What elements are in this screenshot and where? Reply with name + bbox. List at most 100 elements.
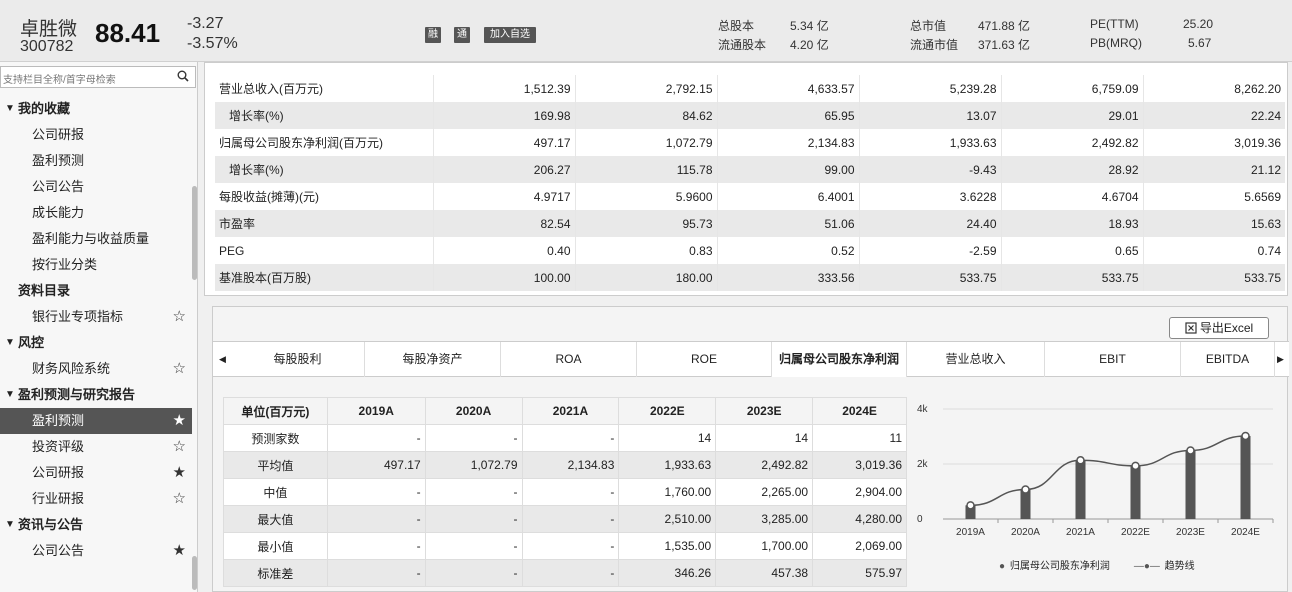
sidebar-group[interactable]: 资料目录 — [0, 278, 192, 304]
sidebar-group[interactable]: ▼ 资讯与公告 — [0, 512, 192, 538]
collapse-triangle-icon[interactable]: ▼ — [5, 96, 15, 122]
column-header[interactable]: 2019A — [326, 397, 426, 425]
legend-line-marker-icon: —●— — [1133, 561, 1163, 572]
table-cell: 333.56 — [717, 264, 860, 291]
table-cell: 6.4001 — [717, 183, 860, 210]
favorite-star-icon[interactable]: ☆ — [173, 486, 186, 512]
float-market-value-label: 流通市值 — [910, 38, 959, 52]
chart-legend: ● 归属母公司股东净利润 —●— 趋势线 — [999, 557, 1219, 572]
sidebar-group[interactable]: ▼ 盈利预测与研究报告 — [0, 382, 192, 408]
metric-tab[interactable]: EBIT — [1045, 342, 1181, 377]
legend-entry[interactable]: —●— 趋势线 — [1134, 561, 1207, 572]
column-header[interactable]: 单位(百万元) — [223, 397, 328, 425]
metric-tab[interactable]: ROE — [637, 342, 772, 377]
table-cell: 84.62 — [575, 102, 718, 129]
row-label: 增长率(%) — [215, 156, 434, 183]
legend-entry[interactable]: ● 归属母公司股东净利润 — [999, 561, 1122, 572]
column-header[interactable]: 2023E — [715, 397, 814, 425]
sidebar-item[interactable]: 行业研报 ☆ — [0, 486, 192, 512]
metric-tab[interactable]: 每股股利 — [231, 342, 365, 377]
connect-badge[interactable]: 通 — [454, 27, 470, 43]
search-icon[interactable] — [177, 70, 189, 82]
table-cell: 2,134.83 — [717, 129, 860, 156]
metric-tab[interactable]: 营业总收入 — [907, 342, 1045, 377]
forecast-table: 单位(百万元) 2019A 2020A 2021A 2022E 2023E 2024E 预测… — [223, 397, 907, 587]
table-cell: 0.74 — [1257, 243, 1281, 258]
table-cell: 533.75 — [1143, 264, 1285, 291]
export-excel-button[interactable]: 导出Excel — [1169, 317, 1269, 339]
sidebar-item-label: 成长能力 — [32, 205, 85, 220]
metric-tab[interactable]: 每股净资产 — [365, 342, 501, 377]
stock-header: 卓胜微 300782 88.41 -3.27 -3.57% 融 通 加入自选 总… — [0, 0, 1292, 62]
table-cell: 6,759.09 — [1001, 75, 1144, 102]
tab-scroll-right-icon[interactable]: ▶ — [1277, 342, 1284, 377]
metric-tab[interactable]: ROA — [501, 342, 637, 377]
row-label: 基准股本(百万股) — [215, 264, 434, 291]
trend-line — [970, 435, 1246, 507]
table-cell: 3,285.00 — [715, 505, 814, 533]
column-header[interactable]: 2022E — [618, 397, 717, 425]
sidebar-item[interactable]: 公司公告 ★ — [0, 538, 192, 564]
total-shares-value: 5.34 亿 — [790, 19, 829, 33]
table-cell: -9.43 — [859, 156, 1002, 183]
favorite-star-filled-icon[interactable]: ★ — [173, 538, 186, 564]
sidebar-group[interactable]: ▼ 我的收藏 — [0, 96, 192, 122]
favorite-star-icon[interactable]: ☆ — [173, 356, 186, 382]
column-header[interactable]: 2020A — [424, 397, 523, 425]
metric-tab[interactable]: EBITDA — [1181, 342, 1275, 377]
table-cell: 533.75 — [1001, 264, 1144, 291]
sidebar-scrollbar-lower[interactable] — [192, 556, 197, 590]
favorite-star-icon[interactable]: ☆ — [173, 434, 186, 460]
sidebar-item[interactable]: 按行业分类 — [0, 252, 192, 278]
table-cell: - — [521, 559, 620, 587]
sidebar-item[interactable]: 公司研报 — [0, 122, 192, 148]
sidebar-item[interactable]: 成长能力 — [0, 200, 192, 226]
sidebar-item[interactable]: 公司公告 — [0, 174, 192, 200]
add-to-watchlist-button[interactable]: 加入自选 — [484, 27, 536, 43]
row-label: 增长率(%) — [215, 102, 434, 129]
table-cell: 0.83 — [575, 237, 718, 264]
collapse-triangle-icon[interactable]: ▼ — [5, 330, 15, 356]
sidebar-item-label: 我的收藏 — [18, 101, 71, 116]
sidebar-item[interactable]: 银行业专项指标 ☆ — [0, 304, 192, 330]
favorite-star-icon[interactable]: ☆ — [173, 304, 186, 330]
table-cell: 4.9717 — [433, 183, 576, 210]
table-cell: - — [424, 424, 523, 452]
tab-scroll-left-icon[interactable]: ◀ — [219, 342, 226, 377]
trend-point — [1021, 485, 1030, 494]
sidebar-item[interactable]: 盈利预测 ★ — [0, 408, 192, 434]
table-cell: 346.26 — [618, 559, 717, 587]
table-row: 中值 - - -1,760.00 2,265.00 2,904.00 — [223, 478, 907, 506]
sidebar-group[interactable]: ▼ 风控 — [0, 330, 192, 356]
search-input[interactable]: 支持栏目全称/首字母检索 — [0, 66, 196, 88]
table-cell: 1,072.79 — [424, 451, 523, 479]
table-cell: 13.07 — [859, 102, 1002, 129]
price-change-percent: -3.57% — [187, 35, 238, 52]
sidebar-item[interactable]: 财务风险系统 ☆ — [0, 356, 192, 382]
legend-label: 趋势线 — [1164, 561, 1195, 572]
favorite-star-filled-icon[interactable]: ★ — [173, 460, 186, 486]
sidebar-item[interactable]: 盈利预测 — [0, 148, 192, 174]
table-row: 标准差 - - -346.26 457.38 575.97 — [223, 559, 907, 587]
column-header[interactable]: 2021A — [521, 397, 620, 425]
table-cell: - — [424, 505, 523, 533]
net-profit-chart: 0 2k 4k 2019A 2020A 2021A 2022E 2023E 2024E ● 归属… — [913, 397, 1283, 589]
column-header[interactable]: 2024E — [812, 397, 907, 425]
table-cell: 99.00 — [717, 156, 860, 183]
sidebar-item[interactable]: 公司研报 ★ — [0, 460, 192, 486]
collapse-triangle-icon[interactable]: ▼ — [5, 512, 15, 538]
sidebar-item[interactable]: 投资评级 ☆ — [0, 434, 192, 460]
table-cell: - — [424, 559, 523, 587]
margin-trading-badge[interactable]: 融 — [425, 27, 441, 43]
metric-tab[interactable]: 归属母公司股东净利润 — [772, 342, 907, 377]
row-label: 平均值 — [223, 451, 328, 479]
sidebar-scrollbar[interactable] — [192, 186, 197, 280]
sidebar-item-label: 公司研报 — [32, 465, 85, 480]
sidebar-item[interactable]: 盈利能力与收益质量 — [0, 226, 192, 252]
favorite-star-filled-icon[interactable]: ★ — [173, 408, 186, 434]
table-cell: 65.95 — [717, 102, 860, 129]
collapse-triangle-icon[interactable]: ▼ — [5, 382, 15, 408]
table-cell: 5,239.28 — [859, 75, 1002, 102]
table-cell: 8,262.20 — [1234, 81, 1281, 96]
pb-label: PB(MRQ) — [1090, 36, 1142, 50]
